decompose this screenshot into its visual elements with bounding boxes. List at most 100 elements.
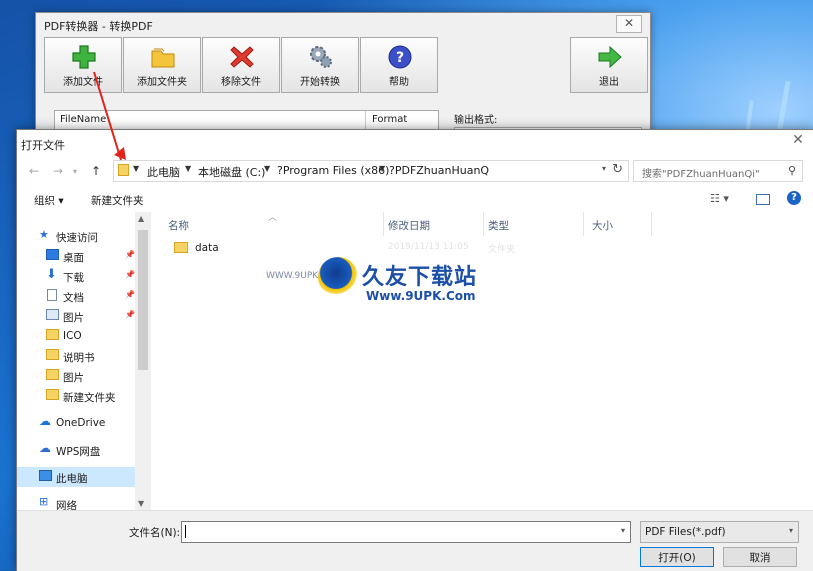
help-icon[interactable]: ? [787, 191, 801, 205]
navigation-scrollbar[interactable]: ▲ ▼ [135, 212, 151, 510]
column-separator[interactable] [583, 212, 584, 236]
folder-icon [46, 369, 59, 380]
scroll-down-icon[interactable]: ▼ [138, 499, 144, 508]
breadcrumb-pdf-folder[interactable]: ?PDFZhuanHuanQ [389, 164, 489, 177]
picture-icon [46, 309, 59, 320]
search-placeholder: 搜索"PDFZhuanHuanQi" [642, 169, 760, 180]
add-folder-button[interactable]: 添加文件夹 [123, 37, 201, 93]
sidebar-item-manual[interactable]: 说明书 [17, 346, 151, 366]
search-box[interactable]: 搜索"PDFZhuanHuanQi" ⚲ [633, 160, 803, 182]
sort-indicator-icon: ︿ [268, 213, 278, 223]
sidebar-item-quick-access[interactable]: ★ 快速访问 [17, 226, 151, 246]
start-convert-button[interactable]: 开始转换 [281, 37, 359, 93]
pin-icon[interactable]: 📌 [125, 270, 135, 279]
sidebar-item-label: WPS网盘 [56, 446, 101, 458]
column-separator[interactable] [383, 212, 384, 236]
sidebar-item-downloads[interactable]: ⬇ 下载 📌 [17, 266, 151, 286]
sidebar-item-documents[interactable]: 文档 📌 [17, 286, 151, 306]
add-file-button[interactable]: 添加文件 [44, 37, 122, 93]
document-icon [47, 289, 57, 301]
chevron-down-icon[interactable]: ▾ [621, 526, 625, 535]
cloud-icon: ☁ [39, 414, 51, 428]
computer-icon [39, 470, 52, 481]
column-header-name[interactable]: 名称 [168, 218, 189, 233]
folder-icon [46, 349, 59, 360]
sidebar-item-pictures-folder[interactable]: 图片 [17, 366, 151, 386]
navigation-bar: ← → ▾ ↑ ▼ 此电脑 ▼ 本地磁盘 (C:) ▼ ?Program Fil… [17, 154, 813, 188]
sidebar-item-label: 此电脑 [56, 473, 88, 485]
column-header-type[interactable]: 类型 [488, 218, 509, 233]
sidebar-item-ico[interactable]: ICO [17, 326, 151, 346]
file-type: 文件夹 [488, 245, 516, 255]
column-separator[interactable] [483, 212, 484, 236]
cancel-button[interactable]: 取消 [723, 547, 797, 567]
folder-icon [174, 242, 188, 253]
sidebar-item-pictures[interactable]: 图片 📌 [17, 306, 151, 326]
dialog-footer: 文件名(N): ▾ PDF Files(*.pdf) ▾ 打开(O) 取消 [17, 510, 813, 571]
sidebar-item-onedrive[interactable]: ☁ OneDrive [17, 413, 151, 433]
chevron-down-icon[interactable]: ▾ [789, 526, 793, 535]
breadcrumb-local-disk[interactable]: 本地磁盘 (C:) [198, 164, 265, 180]
watermark-globe-icon [318, 257, 358, 297]
exit-label: 退出 [599, 77, 619, 88]
text-cursor [185, 525, 186, 538]
chevron-down-icon[interactable]: ▼ [185, 164, 191, 173]
preview-pane-icon[interactable] [756, 194, 770, 205]
refresh-icon[interactable]: ↻ [612, 162, 623, 177]
help-label: 帮助 [389, 77, 409, 88]
app-title: PDF转换器 - 转换PDF [44, 20, 153, 33]
organize-menu[interactable]: 组织 ▾ [34, 193, 64, 208]
red-x-icon [230, 46, 254, 68]
sidebar-item-this-pc[interactable]: 此电脑 [17, 467, 135, 487]
scroll-up-icon[interactable]: ▲ [138, 214, 144, 223]
green-plus-icon [72, 45, 96, 69]
open-button[interactable]: 打开(O) [640, 547, 714, 567]
new-folder-button[interactable]: 新建文件夹 [91, 193, 144, 208]
column-header-size[interactable]: 大小 [592, 218, 613, 233]
open-file-dialog: 打开文件 ✕ ← → ▾ ↑ ▼ 此电脑 ▼ 本地磁盘 (C:) ▼ ?Prog… [16, 129, 813, 571]
search-icon[interactable]: ⚲ [788, 164, 796, 177]
column-header-date[interactable]: 修改日期 [388, 218, 430, 233]
sidebar-item-wps-drive[interactable]: ☁ WPS网盘 [17, 440, 151, 460]
recent-dropdown-icon[interactable]: ▾ [73, 167, 77, 176]
filename-column-header[interactable]: FileName [60, 114, 106, 125]
folder-icon [46, 329, 59, 340]
remove-file-button[interactable]: 移除文件 [202, 37, 280, 93]
sidebar-item-label: 新建文件夹 [63, 392, 116, 404]
sidebar-item-label: ICO [63, 330, 82, 342]
column-separator[interactable] [651, 212, 652, 236]
chevron-down-icon[interactable]: ▼ [379, 164, 385, 173]
help-icon: ? [388, 45, 412, 69]
forward-arrow-icon[interactable]: → [53, 164, 63, 178]
filename-input[interactable]: ▾ [181, 521, 631, 543]
chevron-down-icon[interactable]: ▼ [133, 164, 139, 173]
app-close-button[interactable]: ✕ [616, 15, 642, 33]
exit-button[interactable]: 退出 [570, 37, 648, 93]
output-format-label: 输出格式: [454, 115, 498, 126]
back-arrow-icon[interactable]: ← [29, 164, 39, 178]
desktop-icon [46, 249, 59, 260]
up-arrow-icon[interactable]: ↑ [91, 164, 101, 178]
view-options-icon[interactable]: ☷ ▾ [710, 192, 729, 205]
pin-icon[interactable]: 📌 [125, 250, 135, 259]
sidebar-item-label: 图片 [63, 372, 84, 384]
dialog-close-button[interactable]: ✕ [786, 131, 810, 149]
filetype-value: PDF Files(*.pdf) [645, 526, 726, 538]
breadcrumb-this-pc[interactable]: 此电脑 [147, 164, 180, 180]
pin-icon[interactable]: 📌 [125, 310, 135, 319]
address-dropdown-icon[interactable]: ▾ [602, 164, 606, 173]
sidebar-item-label: 桌面 [63, 252, 84, 264]
filetype-select[interactable]: PDF Files(*.pdf) ▾ [640, 521, 799, 543]
format-column-header[interactable]: Format [365, 111, 413, 130]
add-folder-label: 添加文件夹 [137, 77, 187, 88]
sidebar-item-new-folder[interactable]: 新建文件夹 [17, 386, 151, 406]
folder-icon [118, 164, 129, 176]
breadcrumb-program-files[interactable]: ?Program Files (x86) [277, 164, 389, 177]
address-bar[interactable]: ▼ 此电脑 ▼ 本地磁盘 (C:) ▼ ?Program Files (x86)… [113, 160, 629, 182]
scrollbar-thumb[interactable] [138, 230, 148, 370]
sidebar-item-desktop[interactable]: 桌面 📌 [17, 246, 151, 266]
pin-icon[interactable]: 📌 [125, 290, 135, 299]
help-button[interactable]: ? 帮助 [360, 37, 438, 93]
chevron-down-icon[interactable]: ▼ [264, 164, 270, 173]
folder-icon [46, 389, 59, 400]
